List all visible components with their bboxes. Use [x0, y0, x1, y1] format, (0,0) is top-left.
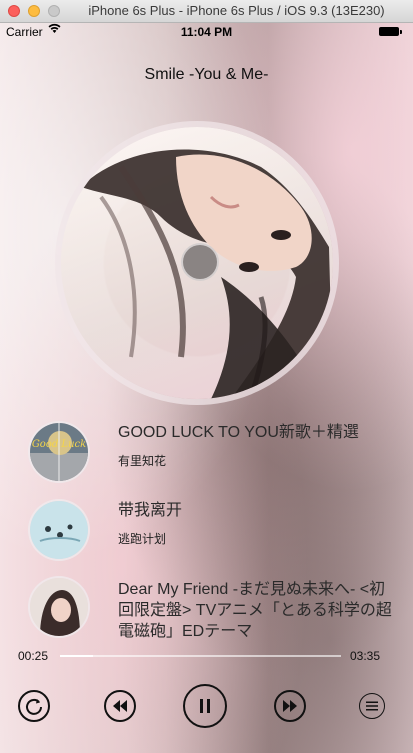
- playlist-item-title: Dear My Friend -まだ見ぬ未来へ- <初回限定盤> TVアニメ「と…: [118, 581, 392, 640]
- playlist-item-artist: 逃跑计划: [118, 532, 167, 546]
- ios-status-bar: Carrier 11:04 PM: [0, 22, 413, 42]
- pause-icon: [200, 699, 210, 713]
- next-button[interactable]: [274, 690, 306, 722]
- playlist-item[interactable]: Dear My Friend -まだ見ぬ未来へ- <初回限定盤> TVアニメ「と…: [0, 575, 413, 645]
- list-icon: [366, 701, 378, 711]
- playlist-item[interactable]: Good Luck GOOD LUCK TO YOU新歌＋精選 有里知花: [0, 418, 413, 488]
- pause-button[interactable]: [183, 684, 227, 728]
- window-titlebar: iPhone 6s Plus - iPhone 6s Plus / iOS 9.…: [0, 0, 413, 23]
- playlist-thumbnail: Good Luck: [30, 423, 88, 481]
- simulator-window: iPhone 6s Plus - iPhone 6s Plus / iOS 9.…: [0, 0, 413, 753]
- repeat-icon: [26, 698, 42, 715]
- next-icon: [283, 700, 297, 712]
- previous-icon: [113, 700, 127, 712]
- progress-slider[interactable]: [60, 655, 341, 657]
- playlist-item-artist: 有里知花: [118, 454, 167, 468]
- repeat-button[interactable]: [18, 690, 50, 722]
- playlist-item-title: GOOD LUCK TO YOU新歌＋精選: [118, 424, 359, 441]
- close-window-button[interactable]: [8, 5, 20, 17]
- battery-icon: [379, 27, 402, 36]
- window-title: iPhone 6s Plus - iPhone 6s Plus / iOS 9.…: [88, 3, 385, 18]
- disc-center-hole: [183, 245, 217, 279]
- total-duration: 03:35: [350, 649, 381, 663]
- elapsed-time: 00:25: [18, 649, 49, 663]
- playlist-item[interactable]: 带我离开 逃跑计划: [0, 496, 413, 566]
- album-art-disc: [61, 127, 333, 399]
- playlist-item-title: 带我离开: [118, 502, 183, 519]
- progress-fill: [60, 655, 93, 657]
- zoom-window-button[interactable]: [48, 5, 60, 17]
- playlist-thumbnail: [30, 501, 88, 559]
- playlist-menu-button[interactable]: [359, 693, 385, 719]
- status-time: 11:04 PM: [180, 25, 233, 39]
- previous-button[interactable]: [104, 690, 136, 722]
- now-playing-title: Smile -You & Me-: [144, 66, 269, 83]
- minimize-window-button[interactable]: [28, 5, 40, 17]
- playlist-thumbnail: [30, 578, 88, 636]
